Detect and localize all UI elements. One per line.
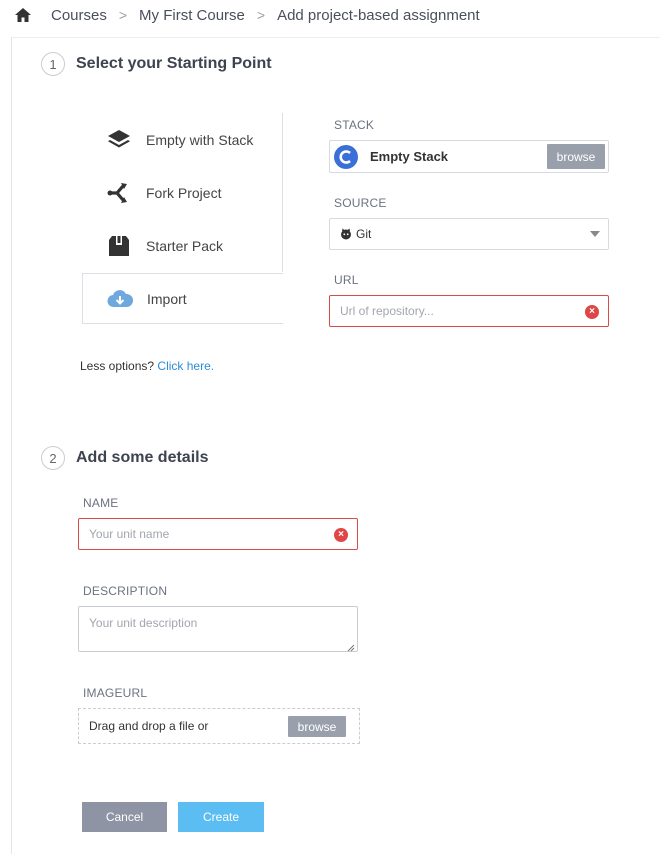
- breadcrumb-my-first-course[interactable]: My First Course: [139, 7, 245, 24]
- less-options-text: Less options?: [80, 359, 155, 373]
- description-label: DESCRIPTION: [83, 584, 168, 598]
- url-input[interactable]: Url of repository... ×: [329, 295, 609, 327]
- option-label: Empty with Stack: [146, 131, 254, 148]
- stack-label: STACK: [334, 118, 375, 132]
- resize-grip-icon[interactable]: [347, 641, 355, 652]
- option-label: Starter Pack: [146, 237, 224, 254]
- box-icon: [106, 234, 132, 258]
- description-placeholder: Your unit description: [89, 616, 198, 630]
- name-input[interactable]: Your unit name ×: [78, 518, 358, 550]
- description-textarea[interactable]: Your unit description: [78, 606, 358, 652]
- error-icon: ×: [585, 305, 599, 319]
- option-label: Import: [147, 290, 187, 307]
- less-options: Less options? Click here.: [80, 359, 214, 373]
- starting-point-options: Empty with Stack Fork Project Starter Pa…: [82, 113, 283, 324]
- source-label: SOURCE: [334, 196, 387, 210]
- create-button[interactable]: Create: [178, 802, 264, 832]
- image-dropzone[interactable]: Drag and drop a file or browse: [78, 708, 360, 744]
- source-value: Git: [356, 227, 372, 241]
- imageurl-label: IMAGEURL: [83, 686, 148, 700]
- option-starter-pack[interactable]: Starter Pack: [82, 219, 283, 272]
- stack-name: Empty Stack: [370, 149, 449, 164]
- option-import[interactable]: Import: [82, 273, 283, 324]
- dropzone-text: Drag and drop a file or: [89, 719, 209, 733]
- cancel-button[interactable]: Cancel: [82, 802, 167, 832]
- step-title: Select your Starting Point: [76, 55, 272, 72]
- image-browse-button[interactable]: browse: [288, 716, 346, 737]
- divider: [11, 37, 660, 38]
- breadcrumb-separator: >: [256, 7, 266, 23]
- option-fork-project[interactable]: Fork Project: [82, 166, 283, 219]
- url-placeholder: Url of repository...: [340, 304, 434, 318]
- option-empty-with-stack[interactable]: Empty with Stack: [82, 113, 283, 166]
- layers-icon: [106, 128, 132, 152]
- option-label: Fork Project: [146, 184, 222, 201]
- stack-browse-button[interactable]: browse: [547, 144, 605, 169]
- name-placeholder: Your unit name: [89, 527, 170, 541]
- chevron-down-icon: [590, 231, 600, 237]
- step-1-header: 1 Select your Starting Point: [41, 52, 272, 76]
- step-number: 1: [41, 52, 65, 76]
- divider: [11, 37, 12, 854]
- github-icon: [340, 228, 352, 240]
- less-options-link[interactable]: Click here.: [157, 359, 214, 373]
- breadcrumb-separator: >: [118, 7, 128, 23]
- fork-icon: [106, 181, 132, 205]
- url-label: URL: [334, 273, 359, 287]
- source-select[interactable]: Git: [329, 218, 609, 250]
- breadcrumb-courses[interactable]: Courses: [51, 7, 107, 24]
- breadcrumb: Courses > My First Course > Add project-…: [0, 0, 660, 30]
- step-2-header: 2 Add some details: [41, 446, 208, 470]
- stack-logo-icon: [334, 144, 358, 169]
- home-icon[interactable]: [14, 7, 32, 23]
- name-label: NAME: [83, 496, 119, 510]
- step-number: 2: [41, 446, 65, 470]
- breadcrumb-current: Add project-based assignment: [277, 6, 480, 24]
- stack-field: Empty Stack browse: [329, 140, 609, 173]
- cloud-download-icon: [107, 287, 133, 311]
- error-icon: ×: [334, 528, 348, 542]
- step-title: Add some details: [76, 449, 209, 466]
